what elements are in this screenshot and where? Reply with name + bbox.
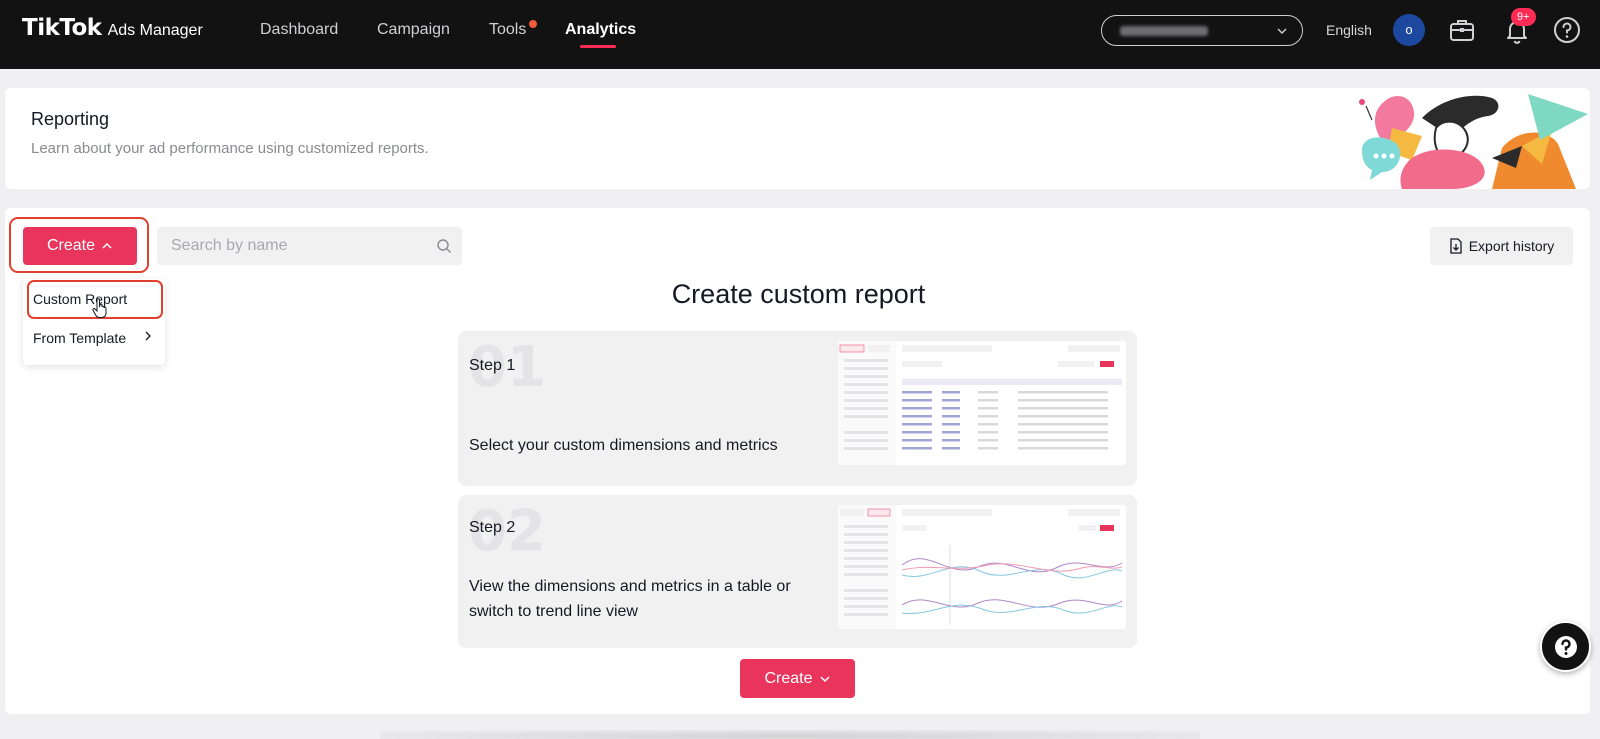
nav-campaign[interactable]: Campaign [377,21,450,39]
nav-analytics[interactable]: Analytics [565,21,636,39]
page-bottom-shadow [380,730,1200,739]
reporting-illustration [1359,94,1588,189]
create-button-label: Create [46,237,96,254]
chevron-right-icon [145,331,151,341]
document-export-icon [1450,238,1462,254]
export-history-button[interactable]: Export history [1430,227,1573,265]
briefcase-icon[interactable] [1447,15,1477,45]
hand-cursor-icon [92,298,107,318]
brand-name: TikTok [22,15,102,41]
question-mark-icon [1554,635,1577,658]
notification-badge: 9+ [1511,8,1536,26]
step-2-card: 02 Step 2 View the dimensions and metric… [458,495,1137,648]
chevron-up-icon [102,242,112,249]
page-subtitle: Learn about your ad performance using cu… [31,140,429,157]
page-title: Reporting [31,109,110,129]
nav-tools[interactable]: Tools [489,21,526,39]
active-nav-indicator [580,45,616,48]
step-2-trend-preview [838,505,1126,629]
create-report-button[interactable]: Create [23,227,137,265]
account-selector[interactable] [1101,15,1303,46]
nav-dashboard[interactable]: Dashboard [260,21,338,39]
step-1-label: Step 1 [469,357,516,374]
help-floating-button[interactable] [1540,621,1591,672]
step-2-label: Step 2 [469,519,516,536]
step-1-table-preview [838,341,1126,465]
chevron-down-icon [819,675,830,682]
create-report-button-bottom[interactable]: Create [740,659,855,698]
product-name: Ads Manager [107,22,203,39]
tools-notification-dot [529,20,537,28]
help-circle-icon[interactable] [1552,15,1582,45]
reporting-header-card: Reporting Learn about your ad performanc… [5,88,1590,189]
avatar[interactable]: o [1393,14,1425,46]
export-history-label: Export history [1468,238,1555,254]
search-input[interactable] [171,227,421,265]
create-custom-report-title: Create custom report [671,279,926,309]
chevron-down-icon [1277,28,1287,34]
create-button-bottom-label: Create [764,669,813,687]
step-2-description: View the dimensions and metrics in a tab… [469,578,791,620]
menu-item-from-template[interactable]: From Template [33,330,126,346]
top-navigation-bar: TikTok Ads Manager Dashboard Campaign To… [0,0,1600,69]
step-1-card: 01 Step 1 Select your custom dimensions … [458,331,1137,486]
search-box [157,227,462,265]
language-selector[interactable]: English [1326,22,1372,38]
tiktok-ads-logo[interactable]: TikTok Ads Manager [22,15,203,41]
account-name-redacted [1120,26,1208,36]
step-1-description: Select your custom dimensions and metric… [469,437,778,454]
search-icon[interactable] [436,238,452,254]
